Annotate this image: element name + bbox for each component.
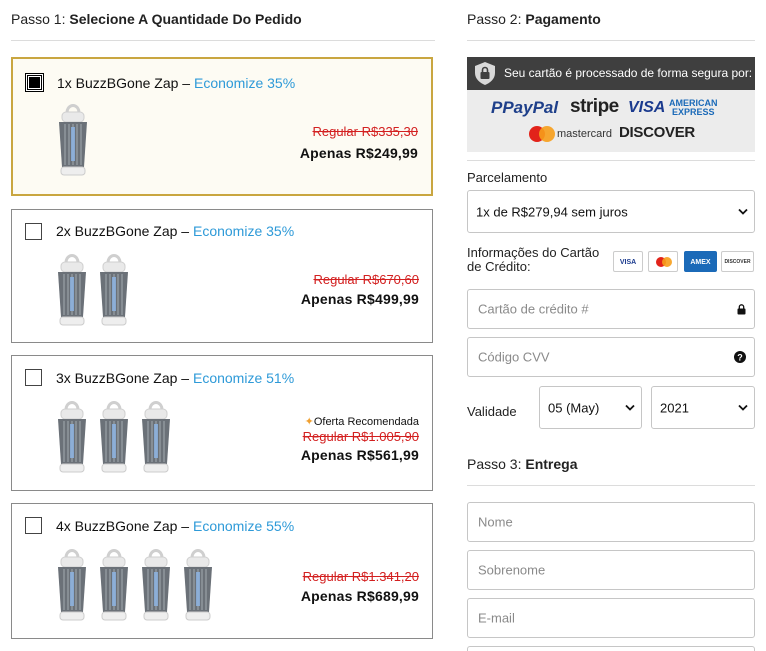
secure-payment-banner: Seu cartão é processado de forma segura … (467, 57, 755, 90)
product-image (94, 546, 134, 624)
regular-price: Regular R$1.005,90 (302, 429, 419, 444)
payment-brands: PPayPal stripe VISA AMERICAN EXPRESS mast… (467, 90, 755, 152)
step3-heading: Passo 3: Entrega (467, 456, 578, 472)
product-images (53, 101, 93, 179)
product-checkbox[interactable] (25, 73, 44, 92)
regular-price: Regular R$335,30 (312, 124, 418, 139)
product-image (52, 398, 92, 476)
svg-text:?: ? (737, 353, 743, 363)
mastercard-text: mastercard (557, 128, 613, 140)
divider (467, 40, 755, 41)
secure-text: Seu cartão é processado de forma segura … (504, 66, 753, 80)
sale-price: Apenas R$499,99 (300, 291, 419, 307)
validity-label: Validade (467, 404, 517, 419)
card-number-input[interactable]: Cartão de crédito # (467, 289, 755, 329)
paypal-logo: PPayPal (491, 98, 559, 117)
month-select[interactable]: 05 (May) (539, 386, 642, 429)
star-icon: ✦ (304, 416, 314, 428)
step2-heading: Passo 2: Pagamento (467, 11, 601, 27)
divider (11, 40, 435, 41)
card-info-label: Informações do Cartão de Crédito: (467, 245, 600, 274)
product-option-2[interactable]: 2x BuzzBGone Zap – Economize 35% Regular… (11, 209, 433, 343)
product-images (52, 546, 218, 624)
first-name-input[interactable]: Nome (467, 502, 755, 542)
installments-label: Parcelamento (467, 170, 548, 185)
mastercard-mini-icon (648, 251, 678, 272)
product-image (178, 546, 218, 624)
product-image (52, 251, 92, 329)
stripe-logo: stripe (570, 96, 619, 117)
product-title: 1x BuzzBGone Zap – Economize 35% (57, 75, 296, 91)
product-option-3[interactable]: 3x BuzzBGone Zap – Economize 51% ✦Oferta… (11, 355, 433, 491)
next-field-partial[interactable] (467, 646, 755, 651)
product-image (53, 101, 93, 179)
product-option-4[interactable]: 4x BuzzBGone Zap – Economize 55% Regular… (11, 503, 433, 639)
regular-price: Regular R$1.341,20 (302, 569, 419, 584)
discover-logo: DISCOVER (619, 124, 695, 141)
installments-select[interactable]: 1x de R$279,94 sem juros (467, 190, 755, 233)
product-images (52, 398, 176, 476)
last-name-input[interactable]: Sobrenome (467, 550, 755, 590)
sale-price: Apenas R$561,99 (300, 447, 419, 463)
visa-mini-icon: VISA (613, 251, 643, 272)
chevron-down-icon (738, 404, 748, 411)
shield-lock-icon (475, 62, 495, 85)
product-image (52, 546, 92, 624)
mastercard-logo (529, 126, 555, 142)
cvv-input[interactable]: Código CVV ? (467, 337, 755, 377)
recommended-badge: ✦Oferta Recomendada (304, 416, 419, 428)
visa-logo: VISA (628, 99, 666, 116)
discover-mini-icon: DISCOVER (721, 251, 754, 272)
product-checkbox[interactable] (25, 369, 42, 386)
help-icon[interactable]: ? (734, 351, 746, 363)
product-title: 3x BuzzBGone Zap – Economize 51% (56, 370, 295, 386)
product-image (94, 398, 134, 476)
product-option-1[interactable]: 1x BuzzBGone Zap – Economize 35% Regular… (11, 57, 433, 196)
amex-mini-icon: AMEX (684, 251, 717, 272)
regular-price: Regular R$670,60 (313, 272, 419, 287)
step1-heading: Passo 1: Selecione A Quantidade Do Pedid… (11, 11, 302, 27)
sale-price: Apenas R$689,99 (300, 588, 419, 604)
product-checkbox[interactable] (25, 517, 42, 534)
year-select[interactable]: 2021 (651, 386, 755, 429)
product-checkbox[interactable] (25, 223, 42, 240)
chevron-down-icon (738, 208, 748, 215)
amex-logo: AMERICAN EXPRESS (669, 98, 718, 117)
product-title: 4x BuzzBGone Zap – Economize 55% (56, 518, 295, 534)
product-image (136, 546, 176, 624)
chevron-down-icon (625, 404, 635, 411)
divider (467, 160, 755, 161)
product-images (52, 251, 134, 329)
product-title: 2x BuzzBGone Zap – Economize 35% (56, 223, 295, 239)
product-image (136, 398, 176, 476)
product-image (94, 251, 134, 329)
email-input[interactable]: E-mail (467, 598, 755, 638)
lock-icon (737, 304, 746, 315)
sale-price: Apenas R$249,99 (299, 145, 418, 161)
divider (467, 485, 755, 486)
